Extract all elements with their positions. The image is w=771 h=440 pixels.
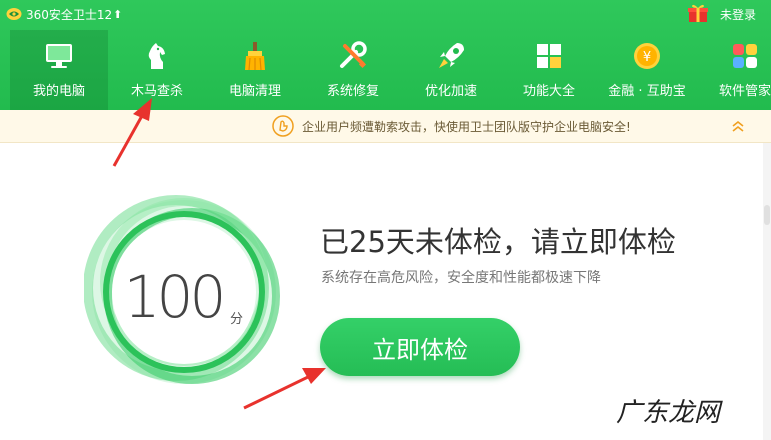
horse-icon xyxy=(148,43,165,69)
subline: 系统存在高危风险，安全度和性能都极速下降 xyxy=(321,270,601,286)
shield-notice-icon xyxy=(272,115,294,137)
header: 360安全卫士12 ⬆ 未登录 我的电脑 木马查杀 电脑清理 系统修复 优化加速… xyxy=(0,0,771,110)
main-nav: 我的电脑 木马查杀 电脑清理 系统修复 优化加速 功能大全 ¥ 金融 · 互助宝… xyxy=(0,30,771,110)
upgrade-arrow-icon[interactable]: ⬆ xyxy=(113,7,122,23)
nav-label: 电脑清理 xyxy=(228,84,281,99)
nav-label: 金融 · 互助宝 xyxy=(608,84,686,99)
headline: 已25天未体检，请立即体检 xyxy=(320,225,676,259)
svg-text:¥: ¥ xyxy=(643,50,651,65)
tools-icon xyxy=(340,41,367,69)
nav-item-trojan-scan[interactable]: 木马查杀 xyxy=(108,30,206,110)
nav-item-all-features[interactable]: 功能大全 xyxy=(500,30,598,110)
score-value: 100 xyxy=(123,263,227,331)
nav-item-speed-up[interactable]: 优化加速 xyxy=(402,30,500,110)
scrollbar[interactable] xyxy=(763,143,771,440)
gift-icon[interactable] xyxy=(686,3,710,23)
nav-label: 木马查杀 xyxy=(130,84,183,99)
nav-item-finance[interactable]: ¥ 金融 · 互助宝 xyxy=(598,30,696,110)
nav-item-cleanup[interactable]: 电脑清理 xyxy=(206,30,304,110)
scan-now-button[interactable]: 立即体检 xyxy=(320,318,520,376)
score-unit: 分 xyxy=(230,312,244,327)
collapse-chevron-icon[interactable] xyxy=(730,118,746,134)
coin-icon: ¥ xyxy=(634,43,660,69)
app-logo-icon xyxy=(6,8,22,20)
nav-label: 功能大全 xyxy=(522,84,575,99)
watermark-text: 广东龙网 xyxy=(616,398,721,428)
rocket-icon xyxy=(439,43,464,68)
grid-icon xyxy=(537,44,561,68)
login-link[interactable]: 未登录 xyxy=(720,7,756,23)
nav-label: 优化加速 xyxy=(424,84,477,99)
app-title: 360安全卫士12 xyxy=(26,8,113,22)
titlebar: 360安全卫士12 ⬆ 未登录 xyxy=(0,0,771,30)
nav-item-my-computer[interactable]: 我的电脑 xyxy=(10,30,108,110)
nav-item-system-repair[interactable]: 系统修复 xyxy=(304,30,402,110)
nav-label: 我的电脑 xyxy=(32,84,85,99)
broom-icon xyxy=(245,42,265,71)
nav-label: 系统修复 xyxy=(326,84,379,99)
scrollbar-thumb[interactable] xyxy=(764,205,770,225)
apps-icon xyxy=(733,44,757,68)
nav-item-software-manager[interactable]: 软件管家 xyxy=(696,30,771,110)
notice-bar[interactable]: 企业用户频遭勒索攻击，快使用卫士团队版守护企业电脑安全! xyxy=(0,110,771,143)
nav-label: 软件管家 xyxy=(718,84,771,99)
monitor-icon xyxy=(46,44,72,68)
notice-text: 企业用户频遭勒索攻击，快使用卫士团队版守护企业电脑安全! xyxy=(302,120,631,134)
